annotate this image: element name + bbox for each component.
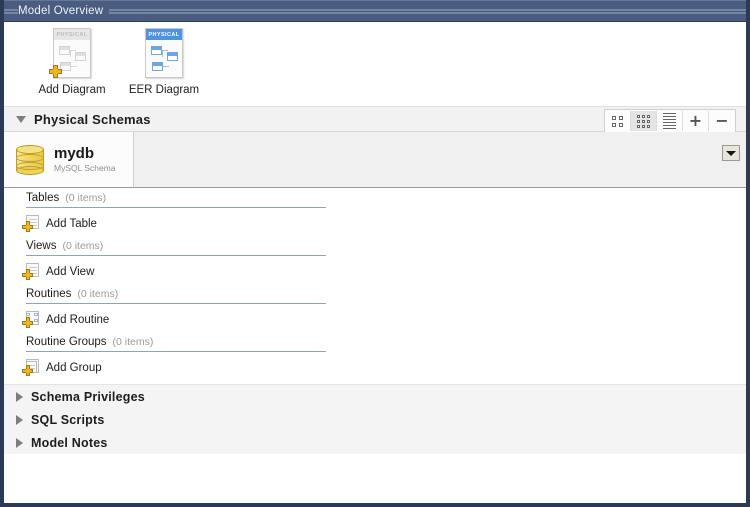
medium-icons-view-button[interactable] — [631, 111, 657, 131]
expand-triangle-right-icon[interactable] — [16, 438, 23, 448]
views-heading: Views (0 items) — [26, 240, 326, 256]
model-notes-title: Model Notes — [31, 436, 108, 450]
window-titlebar: Model Overview — [4, 0, 746, 22]
expand-triangle-right-icon[interactable] — [16, 415, 23, 425]
titlebar-dot-pattern — [4, 9, 746, 15]
bottom-sections: Schema Privileges SQL Scripts Model Note… — [4, 384, 746, 454]
add-view-label: Add View — [46, 266, 94, 278]
schema-tab-empty-area — [134, 132, 746, 187]
routine-groups-heading: Routine Groups (0 items) — [26, 336, 326, 352]
routines-item-count: (0 items) — [77, 288, 118, 300]
zoom-out-button[interactable]: − — [709, 111, 735, 131]
add-routine-action[interactable]: Add Routine — [4, 304, 746, 335]
schema-privileges-section[interactable]: Schema Privileges — [4, 385, 746, 408]
plus-icon: + — [689, 113, 702, 129]
tables-heading-label: Tables — [26, 192, 59, 204]
add-diagram-plus-badge — [49, 65, 62, 78]
eer-diagram-item[interactable]: PHYSICAL EER Diagram — [118, 28, 210, 96]
model-overview-window: Model Overview PHYSICAL — [0, 0, 750, 507]
diagram-strip: PHYSICAL Add Diagram PHYSICAL — [4, 22, 746, 106]
add-routine-label: Add Routine — [46, 314, 109, 326]
schema-privileges-title: Schema Privileges — [31, 390, 145, 404]
chevron-down-icon — [726, 151, 736, 156]
schema-objects-panel: Tables (0 items) Add Table Views (0 ite — [4, 188, 746, 384]
schema-tab-row: mydb MySQL Schema — [4, 132, 746, 188]
add-diagram-label: Add Diagram — [38, 84, 105, 96]
schema-subtitle: MySQL Schema — [54, 163, 116, 173]
eer-diagram-icon: PHYSICAL — [141, 28, 187, 82]
routine-groups-heading-label: Routine Groups — [26, 336, 107, 348]
routines-heading: Routines (0 items) — [26, 288, 326, 304]
physical-schemas-toolbar: + − — [604, 109, 736, 133]
add-table-action[interactable]: Add Table — [4, 208, 746, 239]
physical-schemas-header[interactable]: Physical Schemas + — [4, 106, 746, 132]
physical-schemas-title: Physical Schemas — [34, 112, 151, 127]
object-group-routine-groups: Routine Groups (0 items) Add Group — [4, 336, 746, 384]
routine-groups-item-count: (0 items) — [113, 336, 154, 348]
views-item-count: (0 items) — [62, 240, 103, 252]
tables-heading: Tables (0 items) — [26, 192, 326, 208]
add-group-icon — [22, 359, 39, 376]
model-notes-section[interactable]: Model Notes — [4, 431, 746, 454]
window-title: Model Overview — [18, 5, 109, 17]
list-lines-icon — [663, 113, 676, 130]
expand-triangle-right-icon[interactable] — [16, 392, 23, 402]
collapse-triangle-down-icon[interactable] — [16, 116, 26, 123]
grid-3x3-icon — [637, 115, 650, 128]
schema-list-dropdown-button[interactable] — [722, 145, 740, 161]
views-heading-label: Views — [26, 240, 56, 252]
add-group-action[interactable]: Add Group — [4, 352, 746, 383]
tables-item-count: (0 items) — [65, 192, 106, 204]
add-view-icon — [22, 263, 39, 280]
large-icons-view-button[interactable] — [605, 111, 631, 131]
grid-2x2-icon — [612, 116, 623, 127]
database-cylinder-icon — [15, 143, 45, 176]
sql-scripts-title: SQL Scripts — [31, 413, 105, 427]
eer-diagram-label: EER Diagram — [129, 84, 199, 96]
add-table-icon — [22, 215, 39, 232]
minus-icon: − — [715, 113, 728, 129]
list-view-button[interactable] — [657, 111, 683, 131]
add-routine-icon — [22, 311, 39, 328]
add-diagram-badge-label: PHYSICAL — [54, 29, 90, 40]
eer-diagram-badge-label: PHYSICAL — [146, 29, 182, 40]
zoom-in-button[interactable]: + — [683, 111, 709, 131]
add-diagram-item[interactable]: PHYSICAL Add Diagram — [26, 28, 118, 96]
add-diagram-icon: PHYSICAL — [49, 28, 95, 82]
add-view-action[interactable]: Add View — [4, 256, 746, 287]
object-group-tables: Tables (0 items) Add Table — [4, 192, 746, 240]
routines-heading-label: Routines — [26, 288, 71, 300]
sql-scripts-section[interactable]: SQL Scripts — [4, 408, 746, 431]
object-group-routines: Routines (0 items) Add Routine — [4, 288, 746, 336]
add-group-label: Add Group — [46, 362, 102, 374]
object-group-views: Views (0 items) Add View — [4, 240, 746, 288]
add-table-label: Add Table — [46, 218, 97, 230]
schema-name: mydb — [54, 146, 116, 162]
schema-tab-mydb[interactable]: mydb MySQL Schema — [4, 132, 134, 187]
